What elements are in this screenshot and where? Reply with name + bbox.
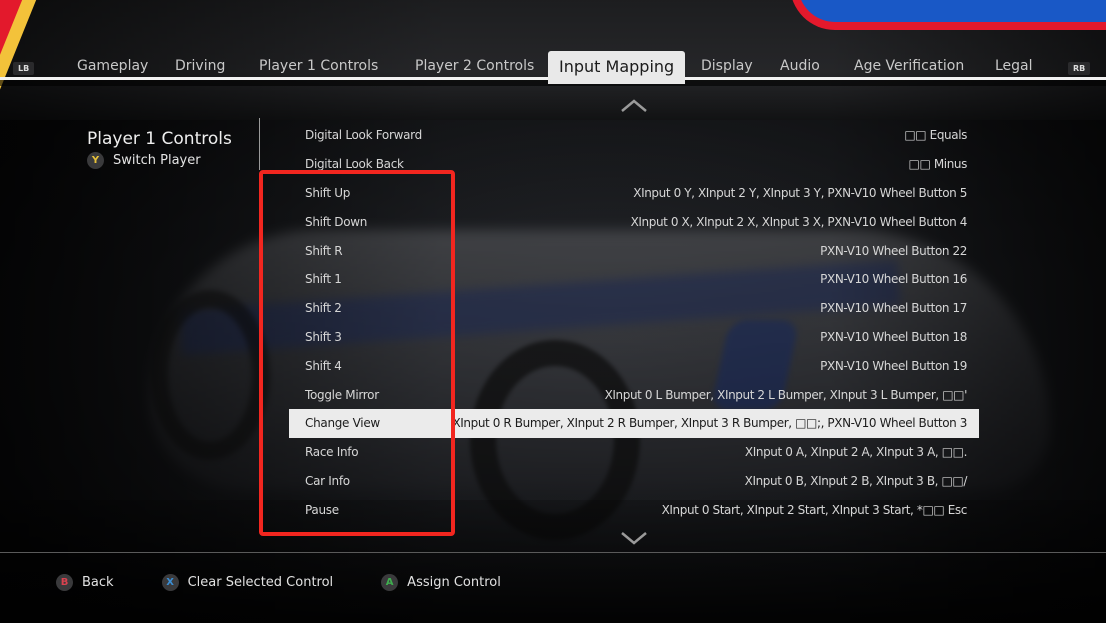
switch-player-button[interactable]: Y Switch Player [87,152,201,169]
control-name: Shift Up [305,185,351,200]
y-button-icon: Y [87,152,104,169]
settings-tab-bar: LB Gameplay Driving Player 1 Controls Pl… [0,50,1106,86]
control-row-shift-r[interactable]: Shift R PXN-V10 Wheel Button 22 [289,236,979,265]
back-button[interactable]: B Back [56,574,114,591]
tab-audio[interactable]: Audio [780,58,820,74]
tab-display[interactable]: Display [701,58,753,74]
control-name: Shift Down [305,214,368,229]
brand-logo-decoration [790,0,1106,30]
control-name: Car Info [305,473,350,488]
control-name: Shift 3 [305,329,342,344]
tab-input-mapping[interactable]: Input Mapping [548,51,686,84]
control-name: Shift R [305,243,343,258]
clear-selected-control-button[interactable]: X Clear Selected Control [161,574,334,591]
control-row-shift-down[interactable]: Shift Down XInput 0 X, XInput 2 X, XInpu… [289,207,979,236]
switch-player-label: Switch Player [113,153,201,168]
control-binding: XInput 0 L Bumper, XInput 2 L Bumper, XI… [604,387,968,402]
control-name: Pause [305,502,339,517]
control-row-shift-up[interactable]: Shift Up XInput 0 Y, XInput 2 Y, XInput … [289,179,979,208]
control-row-shift-2[interactable]: Shift 2 PXN-V10 Wheel Button 17 [289,294,979,323]
control-binding: XInput 0 A, XInput 2 A, XInput 3 A, □□. [744,445,967,460]
control-name: Shift 2 [305,301,342,316]
control-binding: XInput 0 Start, XInput 2 Start, XInput 3… [661,502,968,517]
control-binding: □□ Minus [908,157,968,172]
footer-button-hints: B Back X Clear Selected Control A Assign… [56,574,549,591]
assign-control-label: Assign Control [407,575,501,590]
tab-age-verification[interactable]: Age Verification [854,58,964,74]
control-binding: XInput 0 Y, XInput 2 Y, XInput 3 Y, PXN-… [633,185,967,200]
control-row-race-info[interactable]: Race Info XInput 0 A, XInput 2 A, XInput… [289,438,979,467]
control-row-toggle-mirror[interactable]: Toggle Mirror XInput 0 L Bumper, XInput … [289,380,979,409]
control-binding: PXN-V10 Wheel Button 17 [820,301,967,316]
control-binding: □□ Equals [904,128,967,143]
control-row-pause[interactable]: Pause XInput 0 Start, XInput 2 Start, XI… [289,495,979,524]
lb-shoulder-button[interactable]: LB [13,62,35,75]
control-row-shift-4[interactable]: Shift 4 PXN-V10 Wheel Button 19 [289,351,979,380]
control-name: Digital Look Back [305,157,404,172]
assign-control-button[interactable]: A Assign Control [381,574,501,591]
scroll-up-chevron-icon[interactable] [620,98,648,114]
footer-divider [0,552,1106,553]
tab-gameplay[interactable]: Gameplay [77,58,148,74]
clear-selected-control-label: Clear Selected Control [187,575,334,590]
tab-player-2-controls[interactable]: Player 2 Controls [415,58,534,74]
control-binding: XInput 0 X, XInput 2 X, XInput 3 X, PXN-… [630,214,968,229]
tab-player-1-controls[interactable]: Player 1 Controls [259,58,378,74]
control-binding: XInput 0 R Bumper, XInput 2 R Bumper, XI… [452,416,967,431]
x-button-icon: X [161,574,179,591]
back-label: Back [82,575,114,590]
control-binding: PXN-V10 Wheel Button 22 [820,243,967,258]
control-mapping-list: Digital Look Forward □□ Equals Digital L… [289,121,979,524]
control-row-digital-look-back[interactable]: Digital Look Back □□ Minus [289,150,979,179]
tab-legal[interactable]: Legal [995,58,1033,74]
control-row-shift-3[interactable]: Shift 3 PXN-V10 Wheel Button 18 [289,323,979,352]
control-row-car-info[interactable]: Car Info XInput 0 B, XInput 2 B, XInput … [289,467,979,496]
rb-shoulder-button[interactable]: RB [1068,62,1091,75]
scroll-down-chevron-icon[interactable] [620,530,648,546]
control-binding: PXN-V10 Wheel Button 18 [820,329,967,344]
control-binding: XInput 0 B, XInput 2 B, XInput 3 B, □□/ [744,473,968,488]
control-name: Race Info [305,445,359,460]
control-row-change-view[interactable]: Change View XInput 0 R Bumper, XInput 2 … [289,408,979,438]
control-row-digital-look-forward[interactable]: Digital Look Forward □□ Equals [289,121,979,150]
control-name: Digital Look Forward [305,128,422,143]
a-button-icon: A [381,574,399,591]
control-binding: PXN-V10 Wheel Button 16 [820,272,967,287]
tab-driving[interactable]: Driving [175,58,225,74]
control-name: Shift 4 [305,358,342,373]
section-title: Player 1 Controls [87,129,232,149]
vertical-divider [259,118,260,170]
control-row-shift-1[interactable]: Shift 1 PXN-V10 Wheel Button 16 [289,265,979,294]
control-name: Change View [305,416,380,431]
b-button-icon: B [56,574,73,591]
control-name: Toggle Mirror [305,387,379,402]
control-binding: PXN-V10 Wheel Button 19 [820,358,967,373]
control-name: Shift 1 [305,272,342,287]
